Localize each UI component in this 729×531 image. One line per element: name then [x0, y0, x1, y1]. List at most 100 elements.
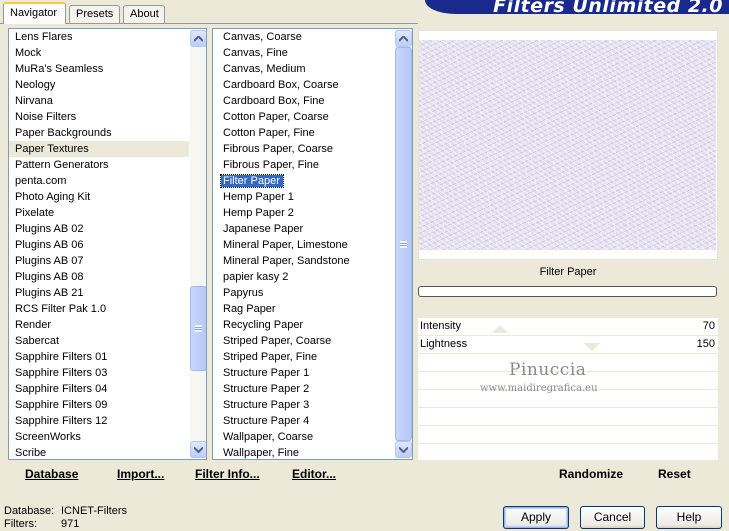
scroll-down-icon[interactable] [190, 441, 206, 458]
category-list[interactable]: Lens Flares Mock MuRa's Seamless Neology Nir… [8, 28, 207, 460]
category-item[interactable]: Sapphire Filters 12 [9, 413, 189, 429]
filter-scrollbar[interactable] [395, 29, 412, 459]
list-item-label: Wallpaper, Coarse [223, 431, 314, 443]
filter-item[interactable]: Structure Paper 2 [217, 381, 397, 397]
category-item[interactable]: Sabercat [9, 333, 189, 349]
category-item[interactable]: Plugins AB 06 [9, 237, 189, 253]
category-item[interactable]: Paper Textures [9, 141, 189, 157]
list-item-label: Canvas, Fine [223, 47, 288, 59]
scroll-up-icon[interactable] [395, 30, 412, 47]
filter-item[interactable]: Cardboard Box, Fine [217, 93, 397, 109]
status-filters-label: Filters: [4, 518, 37, 530]
filter-item[interactable]: Canvas, Medium [217, 61, 397, 77]
category-item[interactable]: Neology [9, 77, 189, 93]
filter-item[interactable]: Recycling Paper [217, 317, 397, 333]
filter-scroll-thumb[interactable] [395, 47, 412, 441]
apply-button[interactable]: Apply [503, 506, 569, 529]
category-item[interactable]: Sapphire Filters 04 [9, 381, 189, 397]
category-item[interactable]: Photo Aging Kit [9, 189, 189, 205]
filter-item[interactable]: Cotton Paper, Coarse [217, 109, 397, 125]
list-item-label: Wallpaper, Fine [223, 447, 300, 459]
list-item-label: Paper Textures [15, 143, 89, 155]
filter-item[interactable]: Papyrus [217, 285, 397, 301]
filter-item[interactable]: Cotton Paper, Fine [217, 125, 397, 141]
category-scrollbar[interactable] [190, 29, 206, 459]
category-item[interactable]: Plugins AB 07 [9, 253, 189, 269]
category-item[interactable]: Lens Flares [9, 29, 189, 45]
list-item-label: Cardboard Box, Coarse [223, 79, 339, 91]
param-lightness[interactable]: Lightness 150 [418, 336, 718, 354]
category-item[interactable]: penta.com [9, 173, 189, 189]
list-item-label: Scribe [15, 447, 47, 459]
param-intensity[interactable]: Intensity 70 [418, 318, 718, 336]
cancel-button[interactable]: Cancel [580, 506, 645, 529]
filter-item[interactable]: Wallpaper, Coarse [217, 429, 397, 445]
editor-button[interactable]: Editor... [292, 467, 336, 481]
filter-item[interactable]: Hemp Paper 1 [217, 189, 397, 205]
category-item[interactable]: Plugins AB 02 [9, 221, 189, 237]
watermark-site: www.maidiregrafica.eu [480, 383, 598, 394]
category-item[interactable]: Sapphire Filters 01 [9, 349, 189, 365]
filter-item[interactable]: Cardboard Box, Coarse [217, 77, 397, 93]
list-item-label: papier kasy 2 [223, 271, 289, 283]
list-item-label: Canvas, Coarse [223, 31, 302, 43]
filter-item[interactable]: Filter Paper [217, 173, 397, 189]
list-item-label: Noise Filters [15, 111, 77, 123]
category-item[interactable]: Nirvana [9, 93, 189, 109]
filter-item[interactable]: Rag Paper [217, 301, 397, 317]
filter-item[interactable]: Canvas, Fine [217, 45, 397, 61]
filter-item[interactable]: Mineral Paper, Sandstone [217, 253, 397, 269]
category-item[interactable]: Pixelate [9, 205, 189, 221]
list-item-label: Plugins AB 02 [15, 223, 84, 235]
list-item-label: Structure Paper 1 [223, 367, 310, 379]
filter-item[interactable]: Fibrous Paper, Fine [217, 157, 397, 173]
category-item[interactable]: Scribe [9, 445, 189, 459]
filter-item[interactable]: Hemp Paper 2 [217, 205, 397, 221]
filter-list[interactable]: Canvas, Coarse Canvas, Fine Canvas, Medium… [212, 28, 413, 460]
category-item[interactable]: Sapphire Filters 03 [9, 365, 189, 381]
scroll-up-icon[interactable] [190, 30, 206, 47]
randomize-button[interactable]: Randomize [559, 467, 623, 481]
category-item[interactable]: Noise Filters [9, 109, 189, 125]
list-item-label: Neology [15, 79, 56, 91]
category-item[interactable]: ScreenWorks [9, 429, 189, 445]
category-item[interactable]: Render [9, 317, 189, 333]
filter-item[interactable]: Japanese Paper [217, 221, 397, 237]
tab-navigator[interactable]: Navigator [3, 2, 66, 24]
filter-item[interactable]: Structure Paper 1 [217, 365, 397, 381]
filter-item[interactable]: Striped Paper, Fine [217, 349, 397, 365]
status-filters: Filters: 971 [4, 518, 79, 530]
category-item[interactable]: Plugins AB 21 [9, 285, 189, 301]
filter-item[interactable]: Structure Paper 3 [217, 397, 397, 413]
param-label: Lightness [420, 338, 468, 350]
category-item[interactable]: MuRa's Seamless [9, 61, 189, 77]
category-item[interactable]: Sapphire Filters 09 [9, 397, 189, 413]
list-item-label: Japanese Paper [223, 223, 304, 235]
tab-presets[interactable]: Presets [69, 5, 120, 23]
list-item-label: penta.com [15, 175, 67, 187]
filter-item[interactable]: Striped Paper, Coarse [217, 333, 397, 349]
list-item-label: Filter Paper [220, 174, 284, 188]
database-button[interactable]: Database [25, 467, 78, 481]
filter-item[interactable]: Fibrous Paper, Coarse [217, 141, 397, 157]
list-item-label: Plugins AB 21 [15, 287, 84, 299]
filter-item[interactable]: papier kasy 2 [217, 269, 397, 285]
filter-item[interactable]: Wallpaper, Fine [217, 445, 397, 459]
help-button[interactable]: Help [656, 506, 722, 529]
tab-about[interactable]: About [123, 5, 165, 23]
category-item[interactable]: Mock [9, 45, 189, 61]
category-item[interactable]: Paper Backgrounds [9, 125, 189, 141]
category-item[interactable]: RCS Filter Pak 1.0 [9, 301, 189, 317]
filter-item[interactable]: Structure Paper 4 [217, 413, 397, 429]
filter-info-button[interactable]: Filter Info... [195, 467, 260, 481]
category-item[interactable]: Plugins AB 08 [9, 269, 189, 285]
category-item[interactable]: Pattern Generators [9, 157, 189, 173]
scroll-down-icon[interactable] [395, 441, 412, 458]
import-button[interactable]: Import... [117, 467, 164, 481]
category-scroll-thumb[interactable] [190, 286, 206, 371]
reset-button[interactable]: Reset [658, 467, 691, 481]
filter-item[interactable]: Mineral Paper, Limestone [217, 237, 397, 253]
list-item-label: Structure Paper 3 [223, 399, 310, 411]
filter-item[interactable]: Canvas, Coarse [217, 29, 397, 45]
list-item-label: Lens Flares [15, 31, 73, 43]
